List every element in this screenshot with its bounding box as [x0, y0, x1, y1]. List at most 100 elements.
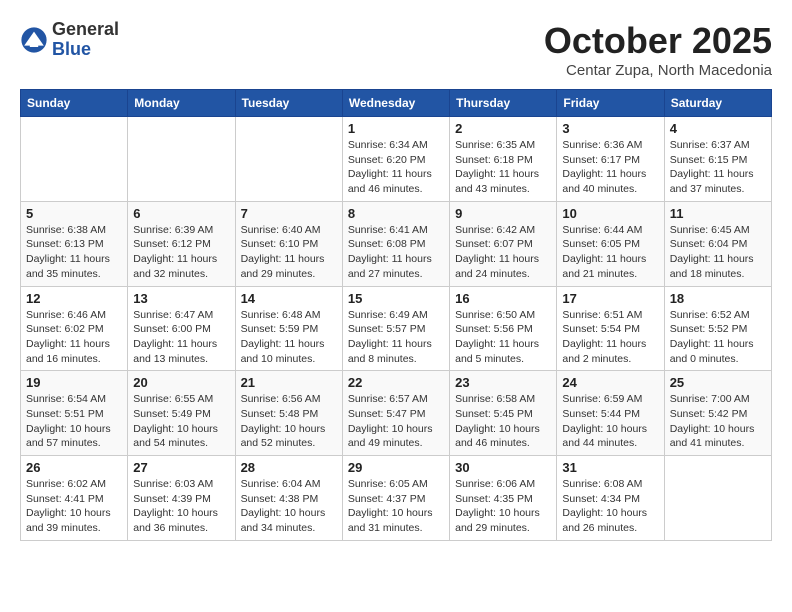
day-number: 5: [26, 206, 122, 221]
day-info: Sunrise: 6:37 AM Sunset: 6:15 PM Dayligh…: [670, 138, 766, 197]
calendar-day-cell: 19 Sunrise: 6:54 AM Sunset: 5:51 PM Dayli…: [21, 371, 128, 456]
day-number: 6: [133, 206, 229, 221]
day-info: Sunrise: 6:50 AM Sunset: 5:56 PM Dayligh…: [455, 308, 551, 367]
calendar-week-row: 19 Sunrise: 6:54 AM Sunset: 5:51 PM Dayli…: [21, 371, 772, 456]
day-number: 2: [455, 121, 551, 136]
calendar-day-cell: 13Sunrise: 6:47 AM Sunset: 6:00 PM Dayli…: [128, 286, 235, 371]
calendar-day-cell: 14 Sunrise: 6:48 AM Sunset: 5:59 PM Dayli…: [235, 286, 342, 371]
day-info: Sunrise: 6:41 AM Sunset: 6:08 PM Dayligh…: [348, 223, 444, 282]
day-number: 11: [670, 206, 766, 221]
calendar-week-row: 5 Sunrise: 6:38 AM Sunset: 6:13 PM Daylig…: [21, 201, 772, 286]
day-number: 4: [670, 121, 766, 136]
calendar-day-cell: 4 Sunrise: 6:37 AM Sunset: 6:15 PM Daylig…: [664, 117, 771, 202]
logo-icon: [20, 26, 48, 54]
calendar-table: SundayMondayTuesdayWednesdayThursdayFrid…: [20, 89, 772, 541]
calendar-day-cell: 7 Sunrise: 6:40 AM Sunset: 6:10 PM Daylig…: [235, 201, 342, 286]
calendar-day-cell: 22 Sunrise: 6:57 AM Sunset: 5:47 PM Dayli…: [342, 371, 449, 456]
day-number: 9: [455, 206, 551, 221]
day-number: 28: [241, 460, 337, 475]
day-info: Sunrise: 6:52 AM Sunset: 5:52 PM Dayligh…: [670, 308, 766, 367]
day-number: 17: [562, 291, 658, 306]
calendar-day-cell: 6 Sunrise: 6:39 AM Sunset: 6:12 PM Daylig…: [128, 201, 235, 286]
logo-blue: Blue: [52, 40, 119, 60]
weekday-header: Monday: [128, 90, 235, 117]
day-number: 12: [26, 291, 122, 306]
calendar-day-cell: [128, 117, 235, 202]
day-info: Sunrise: 6:55 AM Sunset: 5:49 PM Dayligh…: [133, 392, 229, 451]
day-number: 22: [348, 375, 444, 390]
calendar-day-cell: 10Sunrise: 6:44 AM Sunset: 6:05 PM Dayli…: [557, 201, 664, 286]
day-number: 30: [455, 460, 551, 475]
weekday-header: Saturday: [664, 90, 771, 117]
calendar-day-cell: 8 Sunrise: 6:41 AM Sunset: 6:08 PM Daylig…: [342, 201, 449, 286]
calendar-week-row: 26Sunrise: 6:02 AM Sunset: 4:41 PM Dayli…: [21, 456, 772, 541]
day-info: Sunrise: 6:05 AM Sunset: 4:37 PM Dayligh…: [348, 477, 444, 536]
day-number: 16: [455, 291, 551, 306]
day-info: Sunrise: 6:45 AM Sunset: 6:04 PM Dayligh…: [670, 223, 766, 282]
title-block: October 2025 Centar Zupa, North Macedoni…: [544, 20, 772, 79]
day-info: Sunrise: 6:03 AM Sunset: 4:39 PM Dayligh…: [133, 477, 229, 536]
calendar-day-cell: 27 Sunrise: 6:03 AM Sunset: 4:39 PM Dayli…: [128, 456, 235, 541]
day-number: 15: [348, 291, 444, 306]
day-info: Sunrise: 6:36 AM Sunset: 6:17 PM Dayligh…: [562, 138, 658, 197]
day-info: Sunrise: 6:42 AM Sunset: 6:07 PM Dayligh…: [455, 223, 551, 282]
weekday-header: Tuesday: [235, 90, 342, 117]
day-info: Sunrise: 6:57 AM Sunset: 5:47 PM Dayligh…: [348, 392, 444, 451]
calendar-day-cell: 1Sunrise: 6:34 AM Sunset: 6:20 PM Daylig…: [342, 117, 449, 202]
calendar-day-cell: 18Sunrise: 6:52 AM Sunset: 5:52 PM Dayli…: [664, 286, 771, 371]
calendar-day-cell: 26Sunrise: 6:02 AM Sunset: 4:41 PM Dayli…: [21, 456, 128, 541]
day-number: 20: [133, 375, 229, 390]
calendar-day-cell: 28 Sunrise: 6:04 AM Sunset: 4:38 PM Dayli…: [235, 456, 342, 541]
calendar-day-cell: 24Sunrise: 6:59 AM Sunset: 5:44 PM Dayli…: [557, 371, 664, 456]
calendar-day-cell: 20 Sunrise: 6:55 AM Sunset: 5:49 PM Dayli…: [128, 371, 235, 456]
day-number: 19: [26, 375, 122, 390]
day-number: 23: [455, 375, 551, 390]
day-number: 27: [133, 460, 229, 475]
day-info: Sunrise: 6:56 AM Sunset: 5:48 PM Dayligh…: [241, 392, 337, 451]
day-number: 3: [562, 121, 658, 136]
calendar-day-cell: 16 Sunrise: 6:50 AM Sunset: 5:56 PM Dayli…: [450, 286, 557, 371]
day-info: Sunrise: 6:06 AM Sunset: 4:35 PM Dayligh…: [455, 477, 551, 536]
day-number: 29: [348, 460, 444, 475]
day-info: Sunrise: 7:00 AM Sunset: 5:42 PM Dayligh…: [670, 392, 766, 451]
day-info: Sunrise: 6:51 AM Sunset: 5:54 PM Dayligh…: [562, 308, 658, 367]
calendar-day-cell: 9 Sunrise: 6:42 AM Sunset: 6:07 PM Daylig…: [450, 201, 557, 286]
calendar-day-cell: [235, 117, 342, 202]
calendar-header-row: SundayMondayTuesdayWednesdayThursdayFrid…: [21, 90, 772, 117]
calendar-day-cell: [21, 117, 128, 202]
day-number: 26: [26, 460, 122, 475]
calendar-day-cell: 23Sunrise: 6:58 AM Sunset: 5:45 PM Dayli…: [450, 371, 557, 456]
day-number: 14: [241, 291, 337, 306]
calendar-day-cell: 25Sunrise: 7:00 AM Sunset: 5:42 PM Dayli…: [664, 371, 771, 456]
location-subtitle: Centar Zupa, North Macedonia: [544, 62, 772, 79]
calendar-day-cell: 30 Sunrise: 6:06 AM Sunset: 4:35 PM Dayli…: [450, 456, 557, 541]
day-info: Sunrise: 6:39 AM Sunset: 6:12 PM Dayligh…: [133, 223, 229, 282]
calendar-week-row: 12Sunrise: 6:46 AM Sunset: 6:02 PM Dayli…: [21, 286, 772, 371]
calendar-day-cell: [664, 456, 771, 541]
day-info: Sunrise: 6:47 AM Sunset: 6:00 PM Dayligh…: [133, 308, 229, 367]
calendar-day-cell: 29 Sunrise: 6:05 AM Sunset: 4:37 PM Dayli…: [342, 456, 449, 541]
day-info: Sunrise: 6:59 AM Sunset: 5:44 PM Dayligh…: [562, 392, 658, 451]
day-number: 10: [562, 206, 658, 221]
day-number: 7: [241, 206, 337, 221]
logo: General Blue: [20, 20, 119, 60]
calendar-day-cell: 12Sunrise: 6:46 AM Sunset: 6:02 PM Dayli…: [21, 286, 128, 371]
calendar-day-cell: 11 Sunrise: 6:45 AM Sunset: 6:04 PM Dayli…: [664, 201, 771, 286]
day-info: Sunrise: 6:08 AM Sunset: 4:34 PM Dayligh…: [562, 477, 658, 536]
day-number: 8: [348, 206, 444, 221]
day-info: Sunrise: 6:40 AM Sunset: 6:10 PM Dayligh…: [241, 223, 337, 282]
logo-text: General Blue: [52, 20, 119, 60]
weekday-header: Friday: [557, 90, 664, 117]
calendar-day-cell: 17 Sunrise: 6:51 AM Sunset: 5:54 PM Dayli…: [557, 286, 664, 371]
day-number: 21: [241, 375, 337, 390]
calendar-day-cell: 31 Sunrise: 6:08 AM Sunset: 4:34 PM Dayli…: [557, 456, 664, 541]
calendar-day-cell: 2Sunrise: 6:35 AM Sunset: 6:18 PM Daylig…: [450, 117, 557, 202]
day-number: 31: [562, 460, 658, 475]
day-info: Sunrise: 6:48 AM Sunset: 5:59 PM Dayligh…: [241, 308, 337, 367]
day-info: Sunrise: 6:38 AM Sunset: 6:13 PM Dayligh…: [26, 223, 122, 282]
day-info: Sunrise: 6:04 AM Sunset: 4:38 PM Dayligh…: [241, 477, 337, 536]
calendar-day-cell: 3 Sunrise: 6:36 AM Sunset: 6:17 PM Daylig…: [557, 117, 664, 202]
page-header: General Blue October 2025 Centar Zupa, N…: [20, 20, 772, 79]
month-title: October 2025: [544, 20, 772, 62]
day-info: Sunrise: 6:54 AM Sunset: 5:51 PM Dayligh…: [26, 392, 122, 451]
